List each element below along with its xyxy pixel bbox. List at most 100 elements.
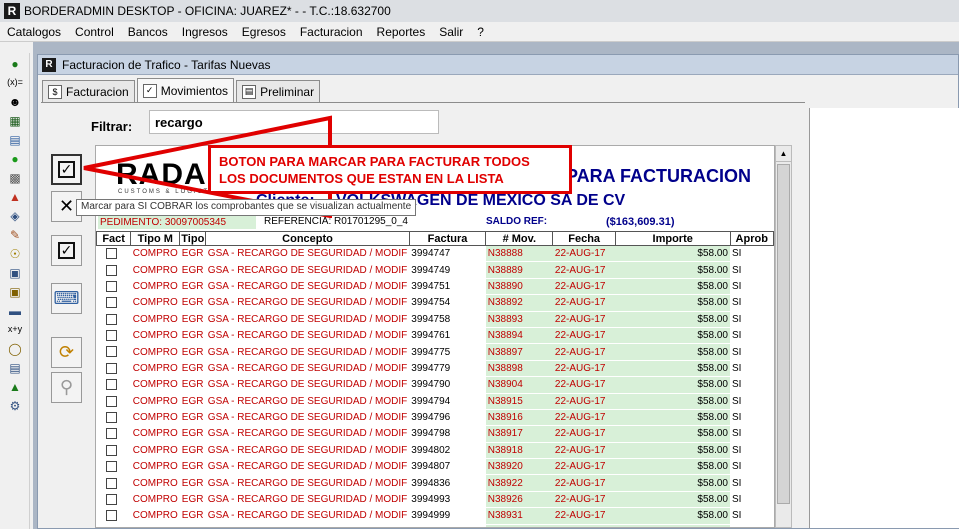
menu-facturacion[interactable]: Facturacion (293, 25, 370, 39)
money-green-icon[interactable]: ● (6, 150, 24, 167)
col-fact[interactable]: Fact (96, 231, 132, 246)
fact-checkbox[interactable] (96, 294, 131, 312)
fact-checkbox[interactable] (96, 458, 131, 476)
fact-checkbox[interactable] (96, 491, 131, 509)
checkbox-icon[interactable] (105, 461, 117, 473)
col-fecha[interactable]: Fecha (552, 231, 616, 246)
truck-icon[interactable]: ▬ (6, 302, 24, 319)
doc-edit-icon[interactable]: ▤ (6, 359, 24, 376)
tab-facturacion[interactable]: $ Facturacion (42, 80, 135, 102)
table-row[interactable]: COMPROEGRGSA - RECARGO DE SEGURIDAD / MO… (96, 409, 774, 427)
fact-checkbox[interactable] (96, 343, 131, 361)
col-factura[interactable]: Factura (408, 231, 487, 246)
settings-icon[interactable]: ⚙ (6, 397, 24, 414)
fact-checkbox[interactable] (96, 409, 131, 427)
fact-checkbox[interactable] (96, 474, 131, 492)
checkbox-icon[interactable] (105, 412, 117, 424)
checkbox-icon[interactable] (105, 477, 117, 489)
document-icon[interactable]: ▤ (6, 131, 24, 148)
table-row[interactable]: COMPROEGRGSA - RECARGO DE SEGURIDAD / MO… (96, 343, 774, 361)
fact-checkbox[interactable] (96, 393, 131, 410)
fact-checkbox[interactable] (96, 327, 131, 345)
keyboard-button[interactable]: ⌨ (51, 283, 82, 314)
menu-help[interactable]: ? (470, 25, 491, 39)
table-row[interactable]: COMPROEGRGSA - RECARGO DE SEGURIDAD / MO… (96, 458, 774, 476)
table-row[interactable]: COMPROEGRGSA - RECARGO DE SEGURIDAD / MO… (96, 245, 774, 263)
report-scrollbar[interactable]: ▲ (775, 145, 792, 528)
menu-ingresos[interactable]: Ingresos (175, 25, 235, 39)
checkbox-icon[interactable] (105, 297, 117, 309)
box-icon[interactable]: ▩ (6, 169, 24, 186)
table-row[interactable]: COMPROEGRGSA - RECARGO DE SEGURIDAD / MO… (96, 442, 774, 460)
checkbox-icon[interactable] (105, 264, 117, 276)
table-row[interactable]: COMPROEGRGSA - RECARGO DE SEGURIDAD / MO… (96, 294, 774, 312)
fact-checkbox[interactable] (96, 425, 131, 443)
clock-icon[interactable]: ☉ (6, 245, 24, 262)
checkbox-icon[interactable] (105, 313, 117, 325)
table-row[interactable]: COMPROEGRGSA - RECARGO DE SEGURIDAD / MO… (96, 278, 774, 296)
col-mov[interactable]: # Mov. (485, 231, 554, 246)
database-icon[interactable]: ◯ (6, 340, 24, 357)
fact-checkbox[interactable] (96, 278, 131, 296)
menu-control[interactable]: Control (68, 25, 121, 39)
tab-movimientos[interactable]: ✓ Movimientos (136, 78, 235, 102)
tree-icon[interactable]: ▲ (6, 378, 24, 395)
stamp-icon[interactable]: ▲ (6, 188, 24, 205)
math-icon[interactable]: x+y (6, 321, 24, 338)
table-row[interactable]: COMPROEGRGSA - RECARGO DE SEGURIDAD / MO… (96, 261, 774, 279)
network-icon[interactable]: ◈ (6, 207, 24, 224)
table-row[interactable]: COMPROEGRGSA - RECARGO DE SEGURIDAD / MO… (96, 311, 774, 328)
table-row[interactable]: COMPROEGRGSA - RECARGO DE SEGURIDAD / MO… (96, 425, 774, 443)
checkbox-icon[interactable] (105, 330, 117, 342)
fact-checkbox[interactable] (96, 376, 131, 394)
table-row[interactable]: COMPROEGRGSA - RECARGO DE SEGURIDAD / MO… (96, 360, 774, 378)
checkbox-icon[interactable] (105, 428, 117, 440)
mark-all-button[interactable]: ✓ (51, 154, 82, 185)
checkbox-icon[interactable] (105, 280, 117, 292)
fact-checkbox[interactable] (96, 507, 131, 525)
col-aprob[interactable]: Aprob (729, 231, 774, 246)
col-tipo[interactable]: Tipo (179, 231, 207, 246)
checkbox-icon[interactable] (105, 362, 117, 374)
refresh-button[interactable]: ⟳ (51, 337, 82, 368)
table-row[interactable]: COMPROEGRGSA - RECARGO DE SEGURIDAD / MO… (96, 507, 774, 525)
mark-one-button[interactable]: ✓ (51, 235, 82, 266)
tab-preliminar[interactable]: ▤ Preliminar (236, 80, 321, 102)
person-icon[interactable]: ☻ (6, 93, 24, 110)
table-row[interactable]: COMPROEGRGSA - RECARGO DE SEGURIDAD / MO… (96, 474, 774, 492)
menu-catalogos[interactable]: Catalogos (0, 25, 68, 39)
table-row[interactable]: COMPROEGRGSA - RECARGO DE SEGURIDAD / MO… (96, 393, 774, 410)
checkbox-icon[interactable] (105, 444, 117, 456)
fact-checkbox[interactable] (96, 360, 131, 378)
menu-egresos[interactable]: Egresos (235, 25, 293, 39)
menu-bancos[interactable]: Bancos (121, 25, 175, 39)
checkbox-icon[interactable] (105, 379, 117, 391)
checkbox-icon[interactable] (105, 248, 117, 260)
col-concepto[interactable]: Concepto (205, 231, 410, 246)
checkbox-icon[interactable] (105, 526, 117, 527)
pencil-icon[interactable]: ✎ (6, 226, 24, 243)
table-row[interactable]: COMPROEGRGSA - RECARGO DE SEGURIDAD / MO… (96, 327, 774, 345)
checkbox-icon[interactable] (105, 395, 117, 407)
table-row[interactable]: COMPROEGRGSA - RECARGO DE SEGURIDAD / MO… (96, 524, 774, 527)
fact-checkbox[interactable] (96, 261, 131, 279)
table-row[interactable]: COMPROEGRGSA - RECARGO DE SEGURIDAD / MO… (96, 491, 774, 509)
menu-salir[interactable]: Salir (432, 25, 470, 39)
col-importe[interactable]: Importe (614, 231, 731, 246)
checkbox-icon[interactable] (105, 346, 117, 358)
menu-reportes[interactable]: Reportes (370, 25, 433, 39)
scroll-up-icon[interactable]: ▲ (776, 146, 791, 162)
search-button[interactable]: ⚲ (51, 372, 82, 403)
formula-icon[interactable]: (x)= (6, 74, 24, 91)
chip-icon[interactable]: ▣ (6, 283, 24, 300)
money-bag-icon[interactable]: ● (6, 55, 24, 72)
col-tipo-m[interactable]: Tipo M (130, 231, 181, 246)
fact-checkbox[interactable] (96, 524, 131, 527)
checkbox-icon[interactable] (105, 493, 117, 505)
table-row[interactable]: COMPROEGRGSA - RECARGO DE SEGURIDAD / MO… (96, 376, 774, 394)
checkbox-icon[interactable] (105, 510, 117, 522)
calculator-icon[interactable]: ▦ (6, 112, 24, 129)
fact-checkbox[interactable] (96, 311, 131, 328)
fact-checkbox[interactable] (96, 245, 131, 263)
fact-checkbox[interactable] (96, 442, 131, 460)
